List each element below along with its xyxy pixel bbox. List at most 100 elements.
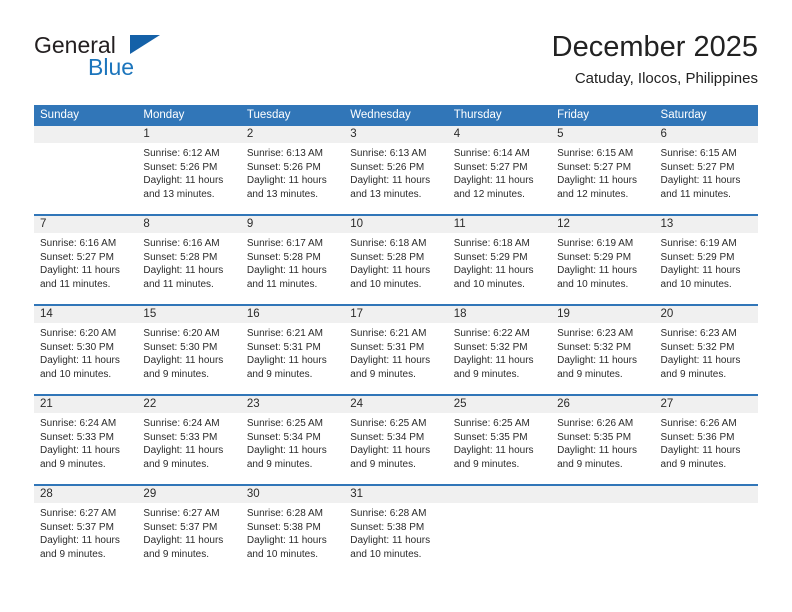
day-number: 27 (660, 398, 674, 410)
day-number-band (34, 126, 138, 143)
day-number: 11 (453, 218, 466, 230)
calendar-day-cell[interactable]: 4 Sunrise: 6:14 AM Sunset: 5:27 PM Daylight… (447, 126, 552, 214)
day-details: Sunrise: 6:22 AM Sunset: 5:32 PM Daylight:… (448, 323, 551, 381)
calendar-day-cell[interactable]: 26 Sunrise: 6:26 AM Sunset: 5:35 PM Dayligh… (551, 396, 655, 484)
day-details: Sunrise: 6:25 AM Sunset: 5:34 PM Daylight:… (241, 413, 344, 471)
day-detail-line: Daylight: 11 hours (557, 175, 637, 187)
calendar-day-cell[interactable]: 12 Sunrise: 6:19 AM Sunset: 5:29 PM Dayligh… (551, 216, 655, 304)
day-number-band: 25 (447, 396, 552, 413)
calendar-day-cell[interactable]: 2 Sunrise: 6:13 AM Sunset: 5:26 PM Daylight… (240, 126, 345, 214)
day-detail-line: Sunset: 5:27 PM (660, 161, 735, 173)
day-detail-line: Sunrise: 6:16 AM (40, 238, 117, 249)
day-detail-line: Sunrise: 6:13 AM (246, 148, 323, 159)
calendar-day-cell[interactable]: 27 Sunrise: 6:26 AM Sunset: 5:36 PM Dayligh… (654, 396, 758, 484)
calendar-day-cell[interactable]: 3 Sunrise: 6:13 AM Sunset: 5:26 PM Daylight… (344, 126, 448, 214)
day-detail-line: Sunrise: 6:18 AM (453, 238, 530, 249)
day-detail-line: and 13 minutes. (143, 188, 215, 200)
day-details: Sunrise: 6:28 AM Sunset: 5:38 PM Daylight:… (241, 503, 344, 561)
day-number: 23 (246, 398, 260, 410)
calendar-day-cell[interactable]: 1 Sunrise: 6:12 AM Sunset: 5:26 PM Daylight… (137, 126, 241, 214)
day-number: 8 (143, 218, 150, 230)
day-details: Sunrise: 6:21 AM Sunset: 5:31 PM Daylight:… (344, 323, 447, 381)
day-details: Sunrise: 6:27 AM Sunset: 5:37 PM Daylight:… (137, 503, 240, 561)
day-detail-line: Sunrise: 6:28 AM (246, 508, 323, 519)
calendar-day-cell[interactable]: 7 Sunrise: 6:16 AM Sunset: 5:27 PM Daylight… (34, 216, 138, 304)
day-details: Sunrise: 6:19 AM Sunset: 5:29 PM Daylight:… (551, 233, 654, 291)
day-detail-line: Sunrise: 6:19 AM (660, 238, 737, 249)
day-detail-line: Sunrise: 6:26 AM (557, 418, 634, 429)
calendar-day-cell[interactable]: 29 Sunrise: 6:27 AM Sunset: 5:37 PM Dayligh… (137, 486, 241, 574)
calendar-day-cell[interactable]: 28 Sunrise: 6:27 AM Sunset: 5:37 PM Dayligh… (34, 486, 138, 574)
calendar-day-cell[interactable]: 24 Sunrise: 6:25 AM Sunset: 5:34 PM Dayligh… (344, 396, 448, 484)
day-detail-line: Sunrise: 6:21 AM (246, 328, 323, 339)
day-details: Sunrise: 6:21 AM Sunset: 5:31 PM Daylight:… (241, 323, 344, 381)
day-detail-line: and 9 minutes. (143, 368, 210, 380)
day-detail-line: Daylight: 11 hours (246, 175, 327, 187)
day-detail-line: Sunset: 5:26 PM (143, 161, 218, 173)
day-details: Sunrise: 6:23 AM Sunset: 5:32 PM Daylight:… (655, 323, 758, 381)
calendar-day-cell[interactable]: 11 Sunrise: 6:18 AM Sunset: 5:29 PM Dayligh… (447, 216, 552, 304)
calendar-day-cell[interactable]: 30 Sunrise: 6:28 AM Sunset: 5:38 PM Dayligh… (240, 486, 345, 574)
day-number: 6 (660, 128, 667, 140)
calendar-day-cell[interactable]: 16 Sunrise: 6:21 AM Sunset: 5:31 PM Dayligh… (240, 306, 345, 394)
calendar-day-cell[interactable]: 20 Sunrise: 6:23 AM Sunset: 5:32 PM Dayligh… (654, 306, 758, 394)
calendar-day-cell[interactable]: 15 Sunrise: 6:20 AM Sunset: 5:30 PM Dayligh… (137, 306, 241, 394)
day-number-band: 4 (447, 126, 552, 143)
day-details: Sunrise: 6:24 AM Sunset: 5:33 PM Daylight:… (137, 413, 240, 471)
day-detail-line: Daylight: 11 hours (246, 265, 327, 277)
day-number: 1 (143, 128, 150, 140)
day-detail-line: and 9 minutes. (40, 548, 106, 560)
day-number: 28 (40, 488, 53, 500)
calendar-day-cell[interactable]: 13 Sunrise: 6:19 AM Sunset: 5:29 PM Dayligh… (654, 216, 758, 304)
day-detail-line: and 10 minutes. (660, 278, 732, 290)
calendar-day-cell[interactable]: 14 Sunrise: 6:20 AM Sunset: 5:30 PM Dayligh… (34, 306, 138, 394)
calendar-day-cell[interactable]: 6 Sunrise: 6:15 AM Sunset: 5:27 PM Daylight… (654, 126, 758, 214)
day-detail-line: Sunrise: 6:22 AM (453, 328, 530, 339)
day-details: Sunrise: 6:18 AM Sunset: 5:29 PM Daylight:… (448, 233, 551, 291)
calendar-day-cell[interactable]: 31 Sunrise: 6:28 AM Sunset: 5:38 PM Dayligh… (344, 486, 448, 574)
calendar-day-cell[interactable]: 9 Sunrise: 6:17 AM Sunset: 5:28 PM Daylight… (240, 216, 345, 304)
day-detail-line: and 9 minutes. (660, 368, 727, 380)
calendar-day-cell[interactable]: 21 Sunrise: 6:24 AM Sunset: 5:33 PM Dayligh… (34, 396, 138, 484)
day-detail-line: and 9 minutes. (557, 368, 623, 380)
day-detail-line: Sunrise: 6:26 AM (660, 418, 737, 429)
day-detail-line: Daylight: 11 hours (143, 355, 224, 367)
calendar-day-cell[interactable]: 10 Sunrise: 6:18 AM Sunset: 5:28 PM Dayligh… (344, 216, 448, 304)
calendar-day-cell[interactable]: 8 Sunrise: 6:16 AM Sunset: 5:28 PM Daylight… (137, 216, 241, 304)
calendar-day-cell[interactable]: 25 Sunrise: 6:25 AM Sunset: 5:35 PM Dayligh… (447, 396, 552, 484)
day-number: 13 (660, 218, 674, 230)
calendar-day-cell[interactable]: 22 Sunrise: 6:24 AM Sunset: 5:33 PM Dayligh… (137, 396, 241, 484)
calendar-day-cell[interactable]: 19 Sunrise: 6:23 AM Sunset: 5:32 PM Dayligh… (551, 306, 655, 394)
calendar-week-row: 14 Sunrise: 6:20 AM Sunset: 5:30 PM Dayligh… (34, 304, 758, 394)
day-detail-line: Daylight: 11 hours (660, 355, 741, 367)
day-detail-line: Sunset: 5:27 PM (40, 251, 114, 263)
day-detail-line: Sunrise: 6:15 AM (557, 148, 634, 159)
day-detail-line: and 13 minutes. (246, 188, 319, 200)
calendar-day-cell[interactable]: 17 Sunrise: 6:21 AM Sunset: 5:31 PM Dayligh… (344, 306, 448, 394)
day-detail-line: and 9 minutes. (557, 458, 623, 470)
day-detail-line: Sunset: 5:33 PM (40, 431, 114, 443)
day-detail-line: Daylight: 11 hours (660, 445, 741, 457)
day-details: Sunrise: 6:28 AM Sunset: 5:38 PM Daylight:… (344, 503, 447, 561)
calendar-day-cell[interactable]: 23 Sunrise: 6:25 AM Sunset: 5:34 PM Dayligh… (240, 396, 345, 484)
weekday-header-monday: Monday (143, 109, 185, 121)
day-number: 21 (40, 398, 53, 410)
day-detail-line: Sunset: 5:30 PM (143, 341, 218, 353)
day-number: 3 (350, 128, 357, 140)
day-number: 25 (453, 398, 467, 410)
general-blue-logo[interactable]: General Blue (34, 32, 214, 88)
day-detail-line: Sunrise: 6:12 AM (143, 148, 220, 159)
calendar-day-cell[interactable]: 5 Sunrise: 6:15 AM Sunset: 5:27 PM Daylight… (551, 126, 655, 214)
calendar-day-cell[interactable]: 18 Sunrise: 6:22 AM Sunset: 5:32 PM Dayligh… (447, 306, 552, 394)
calendar-week-row: 21 Sunrise: 6:24 AM Sunset: 5:33 PM Dayligh… (34, 394, 758, 484)
weekday-header-tuesday: Tuesday (246, 109, 291, 121)
day-detail-line: Daylight: 11 hours (143, 175, 224, 187)
calendar-grid: Sunday Monday Tuesday Wednesday Thursday Frid… (34, 105, 758, 574)
day-detail-line: Sunrise: 6:16 AM (143, 238, 220, 249)
day-detail-line: Daylight: 11 hours (350, 445, 431, 457)
day-number: 31 (350, 488, 364, 500)
day-details: Sunrise: 6:19 AM Sunset: 5:29 PM Daylight:… (655, 233, 758, 291)
day-detail-line: Daylight: 11 hours (350, 535, 431, 547)
day-detail-line: Sunset: 5:37 PM (143, 521, 218, 533)
weekday-header-thursday: Thursday (453, 109, 502, 121)
